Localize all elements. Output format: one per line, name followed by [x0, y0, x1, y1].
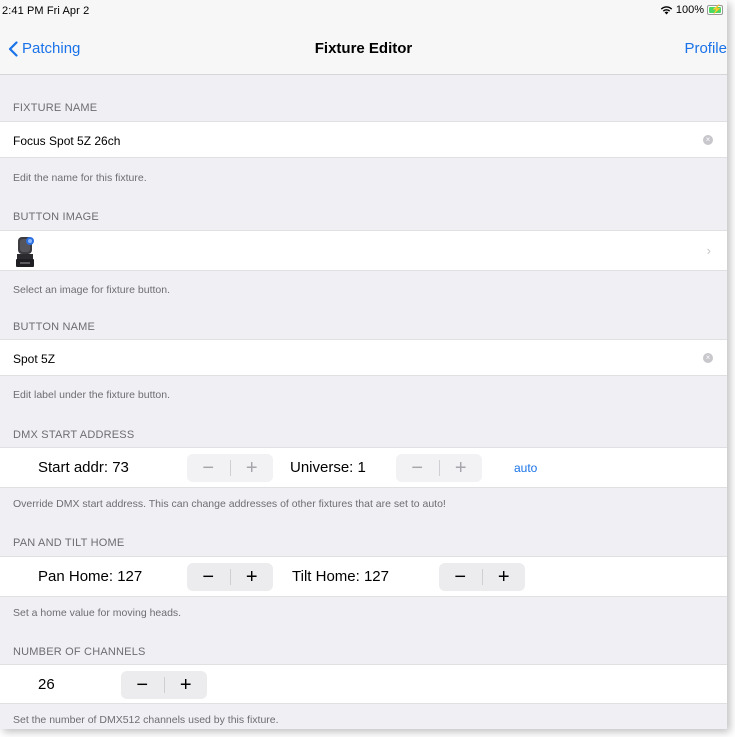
clear-x-icon[interactable]: ×: [703, 135, 713, 145]
button-name-cell[interactable]: Spot 5Z ×: [0, 339, 727, 376]
channel-count-value: 26: [38, 676, 55, 693]
status-bar: 2:41 PM Fri Apr 2 100% ⚡: [0, 0, 727, 22]
tilt-home-label: Tilt Home: 127: [292, 568, 389, 585]
decrement-button[interactable]: −: [396, 454, 439, 482]
pan-tilt-cell: Pan Home: 127 − + Tilt Home: 127 − +: [0, 556, 727, 597]
fixture-name-input[interactable]: Focus Spot 5Z 26ch: [13, 134, 120, 148]
pan-tilt-header: PAN AND TILT HOME: [13, 537, 125, 549]
universe-stepper[interactable]: − +: [396, 454, 482, 482]
button-name-input[interactable]: Spot 5Z: [13, 352, 55, 366]
page-title: Fixture Editor: [314, 40, 413, 57]
button-image-cell[interactable]: ›: [0, 230, 727, 271]
dmx-start-footer: Override DMX start address. This can cha…: [13, 498, 446, 510]
decrement-button[interactable]: −: [439, 563, 482, 591]
fixture-name-header: FIXTURE NAME: [13, 102, 98, 114]
start-address-stepper[interactable]: − +: [187, 454, 273, 482]
channels-stepper[interactable]: − +: [121, 671, 207, 699]
moving-head-fixture-icon: [16, 237, 34, 267]
button-name-header: BUTTON NAME: [13, 321, 96, 333]
button-name-footer: Edit label under the fixture button.: [13, 389, 171, 401]
status-time: 2:41 PM Fri Apr 2: [2, 5, 90, 17]
profile-button[interactable]: Profile: [684, 40, 727, 57]
increment-button[interactable]: +: [483, 563, 526, 591]
dmx-start-cell: Start addr: 73 − + Universe: 1 − + auto: [0, 447, 727, 488]
battery-charging-icon: ⚡: [707, 4, 723, 15]
app-screen: 2:41 PM Fri Apr 2 100% ⚡ Patching Fixtur…: [0, 0, 727, 729]
tilt-home-stepper[interactable]: − +: [439, 563, 525, 591]
status-right: 100% ⚡: [660, 4, 723, 16]
channels-cell: 26 − +: [0, 664, 727, 704]
dmx-start-header: DMX START ADDRESS: [13, 429, 135, 441]
auto-button[interactable]: auto: [514, 461, 537, 475]
battery-percent: 100%: [675, 4, 704, 16]
channels-footer: Set the number of DMX512 channels used b…: [13, 714, 279, 726]
decrement-button[interactable]: −: [187, 454, 230, 482]
increment-button[interactable]: +: [440, 454, 483, 482]
clear-x-icon[interactable]: ×: [703, 353, 713, 363]
decrement-button[interactable]: −: [121, 671, 164, 699]
navigation-bar: Patching Fixture Editor Profile: [0, 22, 727, 75]
increment-button[interactable]: +: [231, 563, 274, 591]
fixture-name-cell[interactable]: Focus Spot 5Z 26ch ×: [0, 121, 727, 158]
pan-home-stepper[interactable]: − +: [187, 563, 273, 591]
fixture-name-footer: Edit the name for this fixture.: [13, 172, 147, 184]
start-address-label: Start addr: 73: [38, 459, 129, 476]
decrement-button[interactable]: −: [187, 563, 230, 591]
channels-header: NUMBER OF CHANNELS: [13, 646, 146, 658]
chevron-right-icon: ›: [706, 243, 711, 258]
pan-home-label: Pan Home: 127: [38, 568, 143, 585]
increment-button[interactable]: +: [165, 671, 208, 699]
increment-button[interactable]: +: [231, 454, 274, 482]
button-image-header: BUTTON IMAGE: [13, 211, 99, 223]
universe-label: Universe: 1: [290, 459, 366, 476]
wifi-icon: [660, 6, 673, 15]
pan-tilt-footer: Set a home value for moving heads.: [13, 607, 182, 619]
button-image-footer: Select an image for fixture button.: [13, 284, 171, 296]
